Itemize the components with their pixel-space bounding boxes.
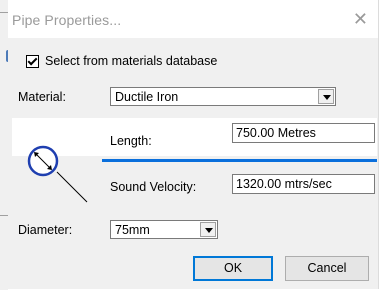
- background-divider: [0, 215, 8, 216]
- material-label: Material:: [18, 90, 66, 104]
- diameter-leader-line: [56, 171, 88, 203]
- sound-velocity-input[interactable]: 1320.00 mtrs/sec: [232, 174, 375, 194]
- chevron-down-icon[interactable]: [318, 89, 334, 104]
- materials-database-toggle[interactable]: Select from materials database: [26, 54, 217, 68]
- pipe-line: [102, 159, 377, 162]
- length-label: Length:: [110, 134, 152, 148]
- diameter-select[interactable]: 75mm: [110, 220, 218, 239]
- sound-velocity-label: Sound Velocity:: [110, 180, 197, 194]
- length-input[interactable]: 750.00 Metres: [232, 123, 375, 143]
- material-select[interactable]: Ductile Iron: [110, 87, 336, 106]
- materials-database-checkbox[interactable]: [26, 54, 39, 68]
- pipe-properties-dialog: Pipe Properties... ✕ Select from materia…: [8, 0, 379, 289]
- diameter-label: Diameter:: [18, 223, 73, 237]
- background-divider: [0, 12, 8, 13]
- length-value: 750.00 Metres: [236, 126, 316, 140]
- chevron-down-icon[interactable]: [200, 222, 216, 237]
- cancel-button[interactable]: Cancel: [285, 256, 369, 281]
- dialog-titlebar: Pipe Properties... ✕: [8, 0, 378, 38]
- pipe-diagram-panel: Length: 750.00 Metres Sound Velocity: 13…: [12, 118, 377, 204]
- close-icon[interactable]: ✕: [353, 9, 368, 30]
- ok-button[interactable]: OK: [193, 256, 273, 281]
- dialog-title: Pipe Properties...: [12, 12, 122, 28]
- material-select-value: Ductile Iron: [115, 90, 179, 104]
- sound-velocity-value: 1320.00 mtrs/sec: [236, 177, 332, 191]
- materials-database-label: Select from materials database: [45, 54, 218, 68]
- background-window-edge: [0, 0, 8, 290]
- diameter-select-value: 75mm: [115, 223, 150, 237]
